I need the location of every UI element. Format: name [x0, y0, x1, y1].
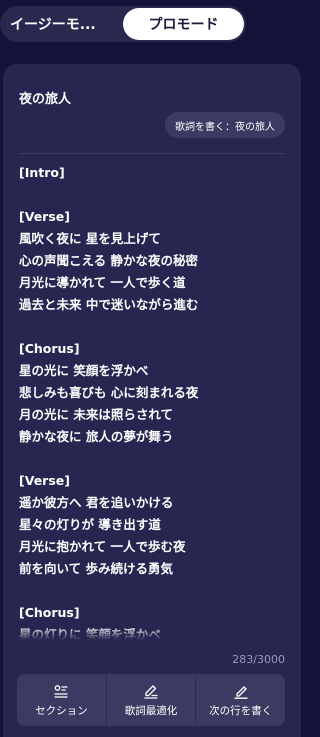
lyrics-toolbar: セクション 歌詞最適化 次の行を書く — [17, 674, 285, 726]
lyric-line: 静かな夜に 旅人の夢が舞う — [19, 429, 174, 444]
lyric-line: 月の光に 未来は照らされて — [19, 407, 173, 422]
lyrics-panel: 夜の旅人 歌詞を書く：夜の旅人 [Intro] [Verse] 風吹く夜に 星を見上… — [3, 64, 301, 737]
edit-lines-icon — [144, 684, 158, 699]
write-next-line-button[interactable]: 次の行を書く — [195, 674, 285, 726]
lyric-line: [Intro] — [19, 165, 65, 180]
optimize-lyrics-button[interactable]: 歌詞最適化 — [105, 674, 196, 726]
lyric-line: 月光に導かれて 一人で歩く道 — [19, 275, 186, 290]
prompt-chip[interactable]: 歌詞を書く：夜の旅人 — [165, 112, 285, 138]
lyric-line: 風吹く夜に 星を見上げて — [19, 231, 161, 246]
lyric-line — [19, 448, 289, 470]
lyric-line — [19, 580, 289, 602]
lyric-line: 悲しみも喜びも 心に刻まれる夜 — [19, 385, 199, 400]
section-button[interactable]: セクション — [17, 674, 106, 726]
lyric-line: [Verse] — [19, 209, 70, 224]
lyric-line — [19, 184, 289, 206]
pro-mode-tab[interactable]: プロモード — [123, 8, 244, 40]
lyric-line: 遥か彼方へ 君を追いかける — [19, 495, 174, 510]
lyric-line: [Verse] — [19, 473, 70, 488]
lyric-line: 過去と未来 中で迷いながら進む — [19, 297, 199, 312]
lyric-line — [19, 316, 289, 338]
lyrics-text[interactable]: [Intro] [Verse] 風吹く夜に 星を見上げて心の声聞こえる 静かな夜の秘… — [19, 162, 289, 640]
lyric-line: 星々の灯りが 導き出す道 — [19, 517, 161, 532]
lyrics-fade — [19, 626, 289, 640]
divider — [19, 153, 284, 154]
lyric-line: 星の光に 笑顔を浮かべ — [19, 363, 149, 378]
lyrics-editor[interactable]: [Intro] [Verse] 風吹く夜に 星を見上げて心の声聞こえる 静かな夜の秘… — [19, 162, 289, 640]
write-next-line-label: 次の行を書く — [209, 704, 273, 717]
optimize-lyrics-label: 歌詞最適化 — [124, 704, 178, 717]
song-title: 夜の旅人 — [19, 92, 72, 107]
lyric-line: [Chorus] — [19, 605, 80, 620]
section-button-label: セクション — [35, 704, 88, 717]
pencil-icon — [234, 685, 248, 699]
easy-mode-tab[interactable]: イージーモ... — [0, 6, 120, 42]
lyric-line: [Chorus] — [19, 341, 80, 356]
lyric-line: 心の声聞こえる 静かな夜の秘密 — [19, 253, 198, 268]
lyric-line: 前を向いて 歩み続ける勇気 — [19, 561, 173, 576]
section-list-icon — [54, 684, 68, 698]
mode-toggle: イージーモ... プロモード — [0, 6, 246, 42]
character-count: 283/3000 — [232, 653, 285, 666]
lyric-line: 月光に抱かれて 一人で歩む夜 — [19, 539, 186, 554]
